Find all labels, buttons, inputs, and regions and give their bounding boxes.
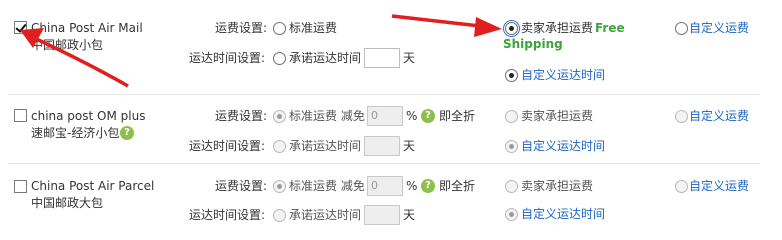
free-shipping-text: Free Shipping (503, 21, 625, 51)
seller-pays-label[interactable]: 卖家承担运费 (521, 178, 593, 194)
seller-pays-label[interactable]: 卖家承担运费 (521, 108, 593, 124)
custom-time-link[interactable]: 自定义运达时间 (521, 67, 605, 83)
question-circle-icon[interactable]: ? (120, 126, 134, 140)
discount-input[interactable]: 0 (367, 106, 403, 126)
question-circle-icon[interactable]: ? (421, 109, 435, 123)
delivery-days-input[interactable] (364, 205, 400, 225)
promised-time-label[interactable]: 承诺运达时间 (289, 138, 361, 154)
delivery-time-label: 运达时间设置: (189, 208, 266, 222)
custom-time-link[interactable]: 自定义运达时间 (521, 138, 605, 154)
days-unit: 天 (403, 51, 416, 65)
custom-time-radio[interactable] (505, 208, 518, 221)
standard-shipping-radio[interactable] (273, 22, 286, 35)
delivery-days-input[interactable] (364, 48, 400, 68)
seller-pays-radio[interactable] (505, 180, 518, 193)
custom-shipping-radio[interactable] (675, 110, 688, 123)
standard-shipping-label[interactable]: 标准运费 减免 (289, 108, 365, 124)
delivery-time-label: 运达时间设置: (189, 51, 266, 65)
custom-shipping-link[interactable]: 自定义运费 (689, 108, 749, 124)
custom-shipping-link[interactable]: 自定义运费 (689, 178, 749, 194)
carrier-name: China Post Air Mail (31, 21, 143, 35)
row-divider (8, 94, 760, 95)
shipping-cost-label: 运费设置: (215, 109, 268, 123)
custom-time-link[interactable]: 自定义运达时间 (521, 206, 605, 222)
carrier-name-cn: 速邮宝-经济小包 (31, 126, 120, 140)
delivery-days-input[interactable] (364, 136, 400, 156)
select-checkbox[interactable] (14, 21, 27, 34)
promised-time-label[interactable]: 承诺运达时间 (289, 207, 361, 223)
carrier-name: China Post Air Parcel (31, 179, 155, 193)
promised-time-radio[interactable] (273, 140, 286, 153)
shipping-cost-label: 运费设置: (215, 179, 268, 193)
question-circle-icon[interactable]: ? (421, 179, 435, 193)
standard-shipping-label[interactable]: 标准运费 (289, 20, 337, 36)
standard-shipping-radio[interactable] (273, 180, 286, 193)
row-divider (8, 163, 760, 164)
custom-shipping-radio[interactable] (675, 22, 688, 35)
carrier-name: china post OM plus (31, 109, 146, 123)
days-unit: 天 (403, 208, 416, 222)
standard-shipping-label[interactable]: 标准运费 减免 (289, 178, 365, 194)
custom-shipping-radio[interactable] (675, 180, 688, 193)
promised-time-label[interactable]: 承诺运达时间 (289, 50, 361, 66)
seller-pays-radio[interactable] (505, 110, 518, 123)
standard-shipping-radio[interactable] (273, 110, 286, 123)
custom-time-radio[interactable] (505, 140, 518, 153)
days-unit: 天 (403, 139, 416, 153)
discount-input[interactable]: 0 (367, 176, 403, 196)
delivery-time-label: 运达时间设置: (189, 139, 266, 153)
custom-time-radio[interactable] (505, 69, 518, 82)
select-checkbox[interactable] (14, 109, 27, 122)
carrier-name-cn: 中国邮政大包 (31, 196, 104, 210)
full-discount-label: 即全折 (439, 109, 476, 123)
promised-time-radio[interactable] (273, 209, 286, 222)
red-arrow-annotation (391, 14, 502, 37)
promised-time-radio[interactable] (273, 52, 286, 65)
full-discount-label: 即全折 (439, 179, 476, 193)
select-checkbox[interactable] (14, 180, 27, 193)
percent-sign: % (406, 109, 418, 123)
custom-shipping-link[interactable]: 自定义运费 (689, 20, 749, 36)
shipping-cost-label: 运费设置: (215, 21, 268, 35)
percent-sign: % (406, 179, 418, 193)
carrier-name-cn: 中国邮政小包 (31, 38, 104, 52)
